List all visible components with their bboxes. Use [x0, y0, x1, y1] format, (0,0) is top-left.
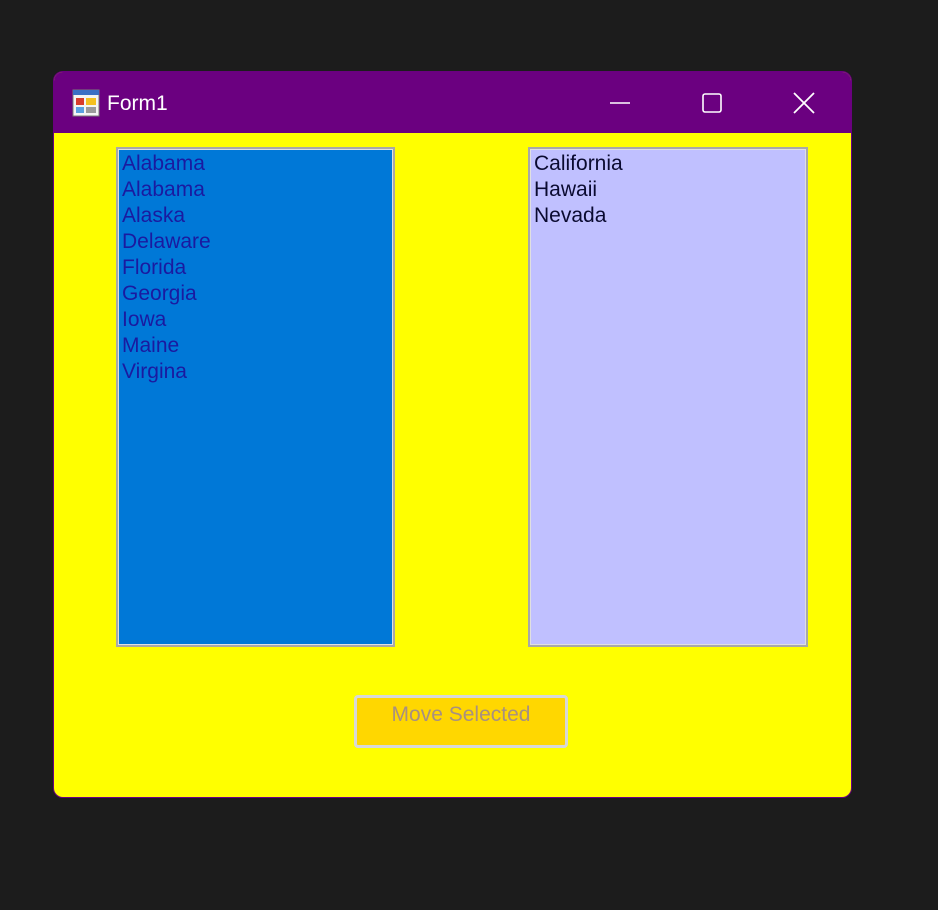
close-icon	[793, 91, 815, 114]
list-item[interactable]: Nevada	[534, 203, 802, 229]
minimize-button[interactable]	[574, 72, 666, 133]
close-button[interactable]	[758, 72, 850, 133]
list-item[interactable]: Delaware	[122, 229, 389, 255]
list-item[interactable]: Florida	[122, 255, 389, 281]
destination-listbox[interactable]: California Hawaii Nevada	[528, 147, 808, 647]
app-icon	[72, 89, 100, 117]
list-item[interactable]: Virgina	[122, 359, 389, 385]
list-item[interactable]: Hawaii	[534, 177, 802, 203]
minimize-icon	[610, 101, 630, 104]
list-item[interactable]: Iowa	[122, 307, 389, 333]
list-item[interactable]: Alabama	[122, 177, 389, 203]
form-window: Form1 Alabama Alabama Alaska Delaware Fl…	[53, 71, 852, 798]
window-title: Form1	[107, 92, 168, 115]
source-listbox[interactable]: Alabama Alabama Alaska Delaware Florida …	[116, 147, 395, 647]
list-item[interactable]: Alaska	[122, 203, 389, 229]
maximize-icon	[702, 92, 722, 113]
list-item[interactable]: Alabama	[122, 151, 389, 177]
move-selected-button[interactable]: Move Selected	[354, 695, 568, 748]
list-item[interactable]: Georgia	[122, 281, 389, 307]
list-item[interactable]: Maine	[122, 333, 389, 359]
title-bar[interactable]: Form1	[54, 72, 851, 133]
list-item[interactable]: California	[534, 151, 802, 177]
maximize-button[interactable]	[666, 72, 758, 133]
